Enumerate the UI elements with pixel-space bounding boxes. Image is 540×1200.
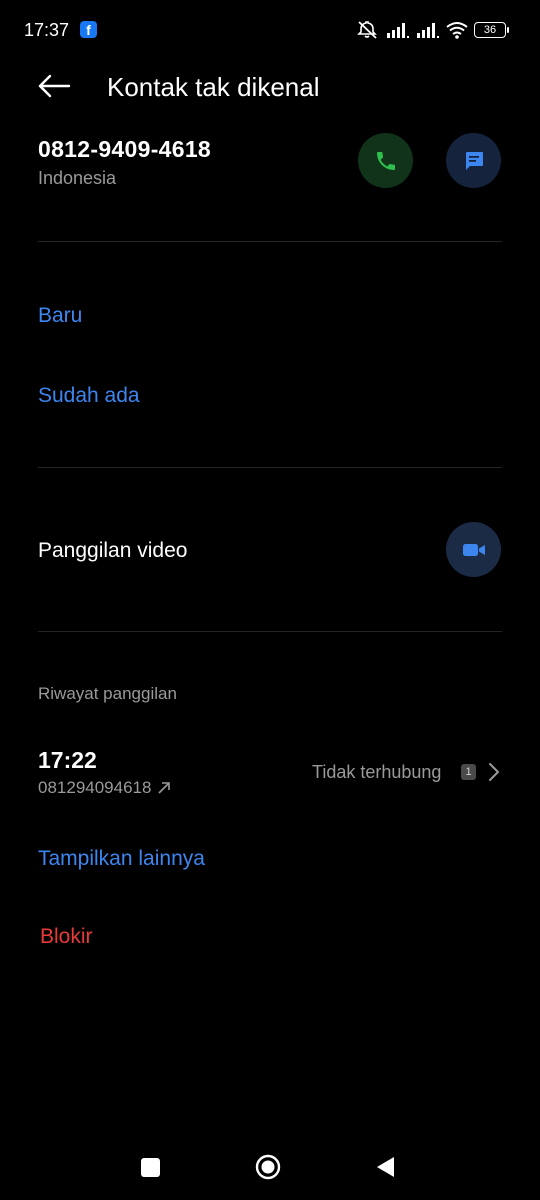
video-camera-icon (462, 543, 485, 556)
status-time: 17:37 (24, 20, 70, 40)
existing-contact-button[interactable]: Sudah ada (38, 382, 140, 410)
call-log-number: 081294094618 (38, 777, 171, 799)
facebook-icon: f (80, 21, 97, 38)
recents-square-icon[interactable] (141, 1158, 160, 1177)
new-contact-button[interactable]: Baru (38, 302, 82, 330)
block-button[interactable]: Blokir (40, 923, 93, 951)
divider (38, 467, 502, 468)
video-call-label: Panggilan video (38, 539, 188, 562)
sim-badge: 1 (461, 764, 476, 780)
arrow-left-icon[interactable] (36, 70, 72, 102)
call-button[interactable] (358, 133, 413, 188)
mute-icon (357, 21, 377, 39)
signal-icon (387, 23, 409, 38)
status-icons: 36 (356, 18, 509, 42)
divider (38, 631, 502, 632)
back-triangle-icon[interactable] (374, 1155, 396, 1179)
home-circle-icon[interactable] (255, 1154, 281, 1180)
message-button[interactable] (446, 133, 501, 188)
chevron-right-icon[interactable] (486, 760, 502, 784)
phone-icon (376, 151, 395, 170)
message-icon (465, 151, 483, 170)
call-log-status: Tidak terhubung (312, 762, 442, 782)
wifi-icon (446, 22, 468, 39)
outgoing-arrow-icon (158, 782, 171, 794)
battery-icon: 36 (474, 22, 509, 38)
contact-number: 0812-9409-4618 (38, 136, 212, 162)
video-call-button[interactable] (446, 522, 501, 577)
show-more-button[interactable]: Tampilkan lainnya (38, 845, 205, 873)
status-bar: 17:37 f 36 (0, 0, 540, 60)
call-history-heading: Riwayat panggilan (38, 684, 177, 703)
signal-icon (417, 23, 439, 38)
call-log-time: 17:22 (38, 747, 97, 773)
page-title: Kontak tak dikenal (107, 72, 320, 102)
contact-country: Indonesia (38, 168, 117, 188)
divider (38, 241, 502, 242)
call-log-number-text: 081294094618 (38, 778, 152, 797)
